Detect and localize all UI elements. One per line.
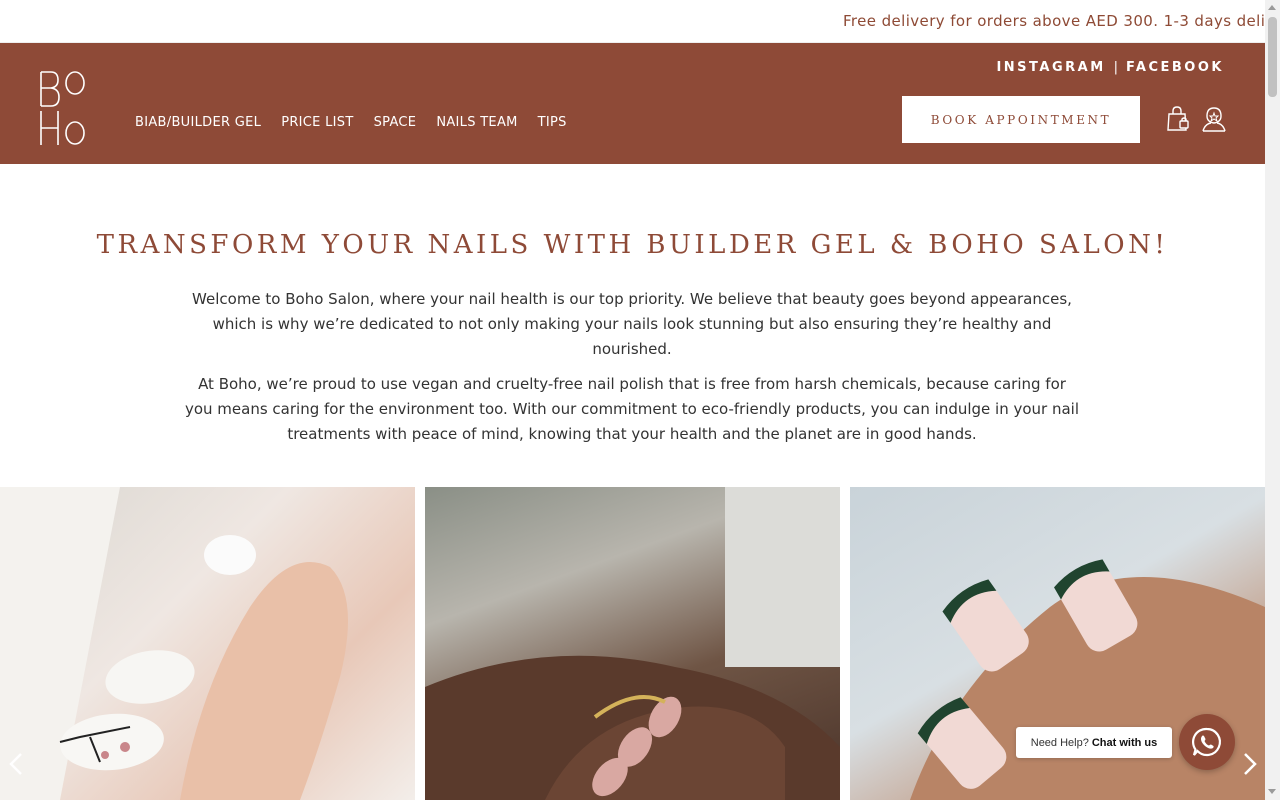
nail-photo-white-floral-icon: [0, 487, 348, 800]
carousel-next-arrow[interactable]: [1238, 750, 1262, 778]
scroll-up-arrow[interactable]: [1268, 5, 1276, 10]
announcement-text: Free delivery for orders above AED 300. …: [843, 12, 1265, 30]
gallery-photo-1[interactable]: [0, 487, 415, 800]
social-separator: |: [1113, 60, 1119, 75]
help-prompt: Need Help?: [1030, 736, 1089, 749]
site-header: BIAB/BUILDER GEL PRICE LIST SPACE NAILS …: [0, 43, 1265, 164]
page-scrollbar[interactable]: [1265, 0, 1280, 800]
announcement-bar: Free delivery for orders above AED 300. …: [0, 0, 1265, 43]
eco-paragraph: At Boho, we’re proud to use vegan and cr…: [184, 375, 1080, 443]
chat-action: Chat with us: [1091, 736, 1158, 749]
social-links: INSTAGRAM | FACEBOOK: [996, 60, 1224, 75]
nail-photo-chrome-pink-icon: [425, 487, 840, 800]
scroll-thumb[interactable]: [1268, 17, 1277, 97]
intro-paragraph: Welcome to Boho Salon, where your nail h…: [192, 290, 1072, 358]
chevron-left-icon: [9, 753, 22, 775]
need-help-bubble[interactable]: Need Help? Chat with us: [1016, 727, 1172, 758]
chevron-right-icon: [1244, 753, 1257, 775]
whatsapp-button[interactable]: [1179, 714, 1235, 770]
nav-item-tips[interactable]: TIPS: [538, 115, 567, 130]
book-appointment-button[interactable]: BOOK APPOINTMENT: [902, 96, 1140, 143]
nav-item-price-list[interactable]: PRICE LIST: [281, 115, 353, 130]
gallery-photo-2[interactable]: [425, 487, 840, 800]
instagram-link[interactable]: INSTAGRAM: [996, 60, 1105, 75]
facebook-link[interactable]: FACEBOOK: [1126, 60, 1224, 75]
page-title: TRANSFORM YOUR NAILS WITH BUILDER GEL & …: [96, 230, 1169, 260]
scroll-down-arrow[interactable]: [1268, 789, 1276, 794]
carousel-prev-arrow[interactable]: [4, 750, 28, 778]
nav-item-biab[interactable]: BIAB/BUILDER GEL: [135, 115, 261, 130]
boho-logo[interactable]: [38, 69, 88, 149]
nav-item-nails-team[interactable]: NAILS TEAM: [436, 115, 517, 130]
cart-icon[interactable]: [1166, 106, 1190, 132]
logo-icon: [40, 71, 85, 145]
nav-item-space[interactable]: SPACE: [374, 115, 417, 130]
main-nav: BIAB/BUILDER GEL PRICE LIST SPACE NAILS …: [135, 115, 587, 130]
whatsapp-icon: [1192, 727, 1221, 757]
user-icon[interactable]: [1202, 106, 1226, 132]
